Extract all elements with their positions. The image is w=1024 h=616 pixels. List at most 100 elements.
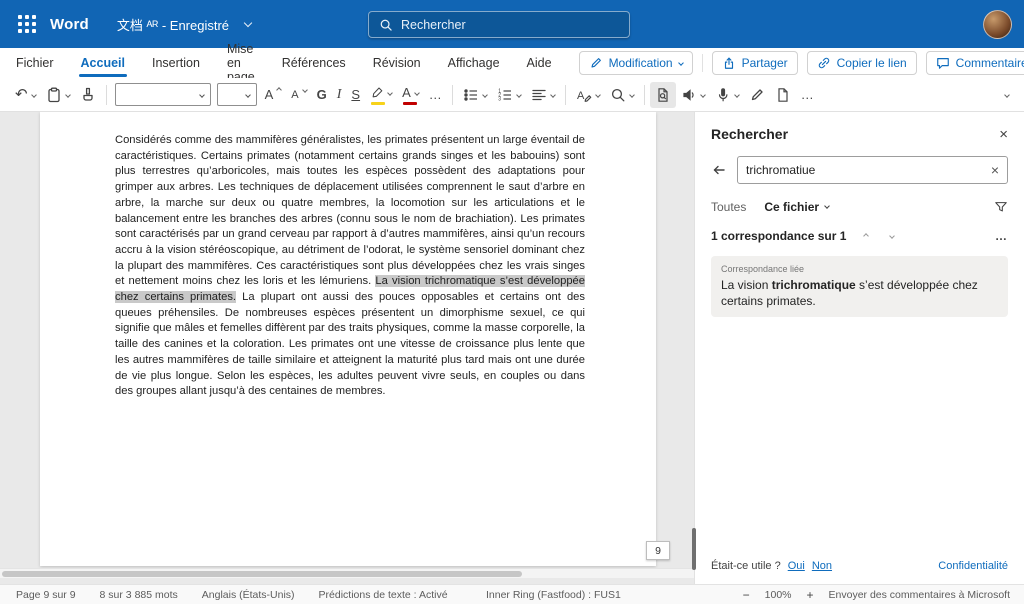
previous-match-button[interactable] [856, 227, 876, 244]
copilot-button[interactable] [770, 82, 796, 108]
font-name-select[interactable] [115, 83, 211, 106]
editing-mode-button[interactable]: Modification [579, 51, 693, 75]
more-font-options-button[interactable]: … [424, 82, 447, 108]
zoom-out-button[interactable]: − [743, 588, 750, 602]
filter-funnel-icon[interactable] [994, 200, 1008, 214]
chevron-down-icon [65, 92, 71, 98]
feedback-yes-link[interactable]: Oui [788, 560, 805, 572]
match-results-row: 1 correspondance sur 1 … [711, 227, 1008, 244]
zoom-in-button[interactable]: + [807, 588, 814, 602]
grow-font-button[interactable]: A [260, 82, 287, 108]
find-pane: Rechercher × × Toutes Ce fichier 1 corre… [694, 112, 1024, 584]
feedback-no-link[interactable]: Non [812, 560, 832, 572]
active-tab-underline [79, 74, 127, 77]
find-search-row: × [711, 156, 1008, 184]
dictate-button[interactable] [710, 82, 744, 108]
search-result-item[interactable]: Correspondance liée La vision trichromat… [711, 256, 1008, 317]
paste-button[interactable] [41, 82, 75, 108]
clear-search-icon[interactable]: × [991, 163, 999, 177]
app-name[interactable]: Word [50, 16, 89, 33]
paragraph-text-after: La plupart ont aussi des pouces opposabl… [115, 291, 585, 397]
collapse-ribbon-button[interactable] [1000, 82, 1014, 108]
more-options-icon[interactable]: … [995, 229, 1008, 243]
find-search-box[interactable]: × [737, 156, 1008, 184]
chevron-down-icon [1004, 92, 1010, 98]
microphone-icon [715, 87, 731, 103]
document-page[interactable]: Considérés comme des mammifères générali… [40, 112, 656, 566]
chevron-down-icon [199, 92, 205, 98]
chevron-down-icon [700, 92, 706, 98]
bold-button[interactable]: G [312, 82, 332, 108]
find-button[interactable] [650, 82, 676, 108]
editor-button[interactable] [744, 82, 770, 108]
app-launcher-icon[interactable] [12, 9, 42, 39]
find-search-input[interactable] [746, 163, 991, 177]
scope-current-file-tab[interactable]: Ce fichier [764, 200, 829, 214]
horizontal-scrollbar-thumb[interactable] [2, 571, 522, 577]
page-count[interactable]: Page 9 sur 9 [16, 589, 76, 601]
tab-fichier[interactable]: Fichier [16, 48, 54, 78]
comment-icon [936, 56, 950, 70]
paragraph-text-before: Considérés comme des mammifères générali… [115, 134, 585, 287]
alignment-button[interactable] [526, 82, 560, 108]
tab-accueil[interactable]: Accueil [81, 48, 125, 78]
statusbar: Page 9 sur 9 8 sur 3 885 mots Anglais (É… [0, 584, 1024, 604]
text-predictions-status[interactable]: Prédictions de texte : Activé [319, 589, 448, 601]
text-styles-button[interactable]: A [571, 82, 605, 108]
zoom-level[interactable]: 100% [765, 589, 792, 601]
send-feedback-link[interactable]: Envoyer des commentaires à Microsoft [829, 589, 1010, 601]
toolbar-divider [106, 85, 107, 105]
copy-link-button[interactable]: Copier le lien [807, 51, 917, 75]
titlebar-search-placeholder: Rechercher [401, 18, 466, 32]
find-pane-header: Rechercher × [711, 126, 1008, 142]
result-text: La vision trichromatique s’est développé… [721, 277, 998, 309]
underline-button[interactable]: S [346, 82, 365, 108]
shrink-font-button[interactable]: A [286, 82, 311, 108]
read-aloud-button[interactable] [676, 82, 710, 108]
chevron-down-icon [629, 92, 635, 98]
search-icon [379, 18, 393, 32]
italic-button[interactable]: I [332, 82, 347, 108]
tab-revision[interactable]: Révision [373, 48, 421, 78]
more-commands-button[interactable]: … [796, 82, 819, 108]
document-paragraph[interactable]: Considérés comme des mammifères générali… [115, 133, 585, 400]
privacy-link[interactable]: Confidentialité [938, 560, 1008, 572]
search-tools-button[interactable] [605, 82, 639, 108]
magnifier-icon [610, 87, 626, 103]
back-arrow-icon[interactable] [711, 162, 727, 178]
share-button[interactable]: Partager [712, 51, 798, 75]
close-icon[interactable]: × [999, 127, 1008, 142]
bullets-button[interactable] [458, 82, 492, 108]
svg-text:3: 3 [498, 96, 501, 102]
titlebar-search-box[interactable]: Rechercher [368, 11, 630, 38]
font-size-select[interactable] [217, 83, 257, 106]
document-title[interactable]: 文档 ᴬᴿ - Enregistré [117, 15, 229, 34]
format-painter-button[interactable] [75, 82, 101, 108]
tab-affichage[interactable]: Affichage [448, 48, 500, 78]
document-icon [775, 87, 791, 103]
vertical-scrollbar-thumb[interactable] [692, 528, 696, 570]
undo-button[interactable]: ↶ [10, 82, 41, 108]
word-count[interactable]: 8 sur 3 885 mots [100, 589, 178, 601]
tab-references[interactable]: Références [282, 48, 346, 78]
highlight-color-swatch [371, 102, 385, 105]
numbering-button[interactable]: 123 [492, 82, 526, 108]
chevron-down-icon [890, 233, 896, 239]
menubar-divider [702, 54, 703, 72]
avatar[interactable] [983, 10, 1012, 39]
comments-button[interactable]: Commentaires [926, 51, 1024, 75]
svg-text:A: A [577, 90, 585, 102]
font-color-button[interactable]: A [397, 82, 424, 108]
language-status[interactable]: Anglais (États-Unis) [202, 589, 295, 601]
match-count: 1 correspondance sur 1 [711, 229, 846, 243]
highlight-color-button[interactable] [365, 82, 397, 108]
tab-insertion[interactable]: Insertion [152, 48, 200, 78]
ring-info: Inner Ring (Fastfood) : FUS1 [486, 589, 621, 601]
format-painter-icon [80, 87, 96, 103]
horizontal-scrollbar[interactable] [0, 568, 694, 578]
tab-mise-en-page[interactable]: Mise en page [227, 48, 255, 78]
scope-all-tab[interactable]: Toutes [711, 200, 746, 214]
next-match-button[interactable] [882, 227, 902, 244]
tab-aide[interactable]: Aide [527, 48, 552, 78]
title-chevron-down-icon[interactable] [244, 18, 252, 26]
